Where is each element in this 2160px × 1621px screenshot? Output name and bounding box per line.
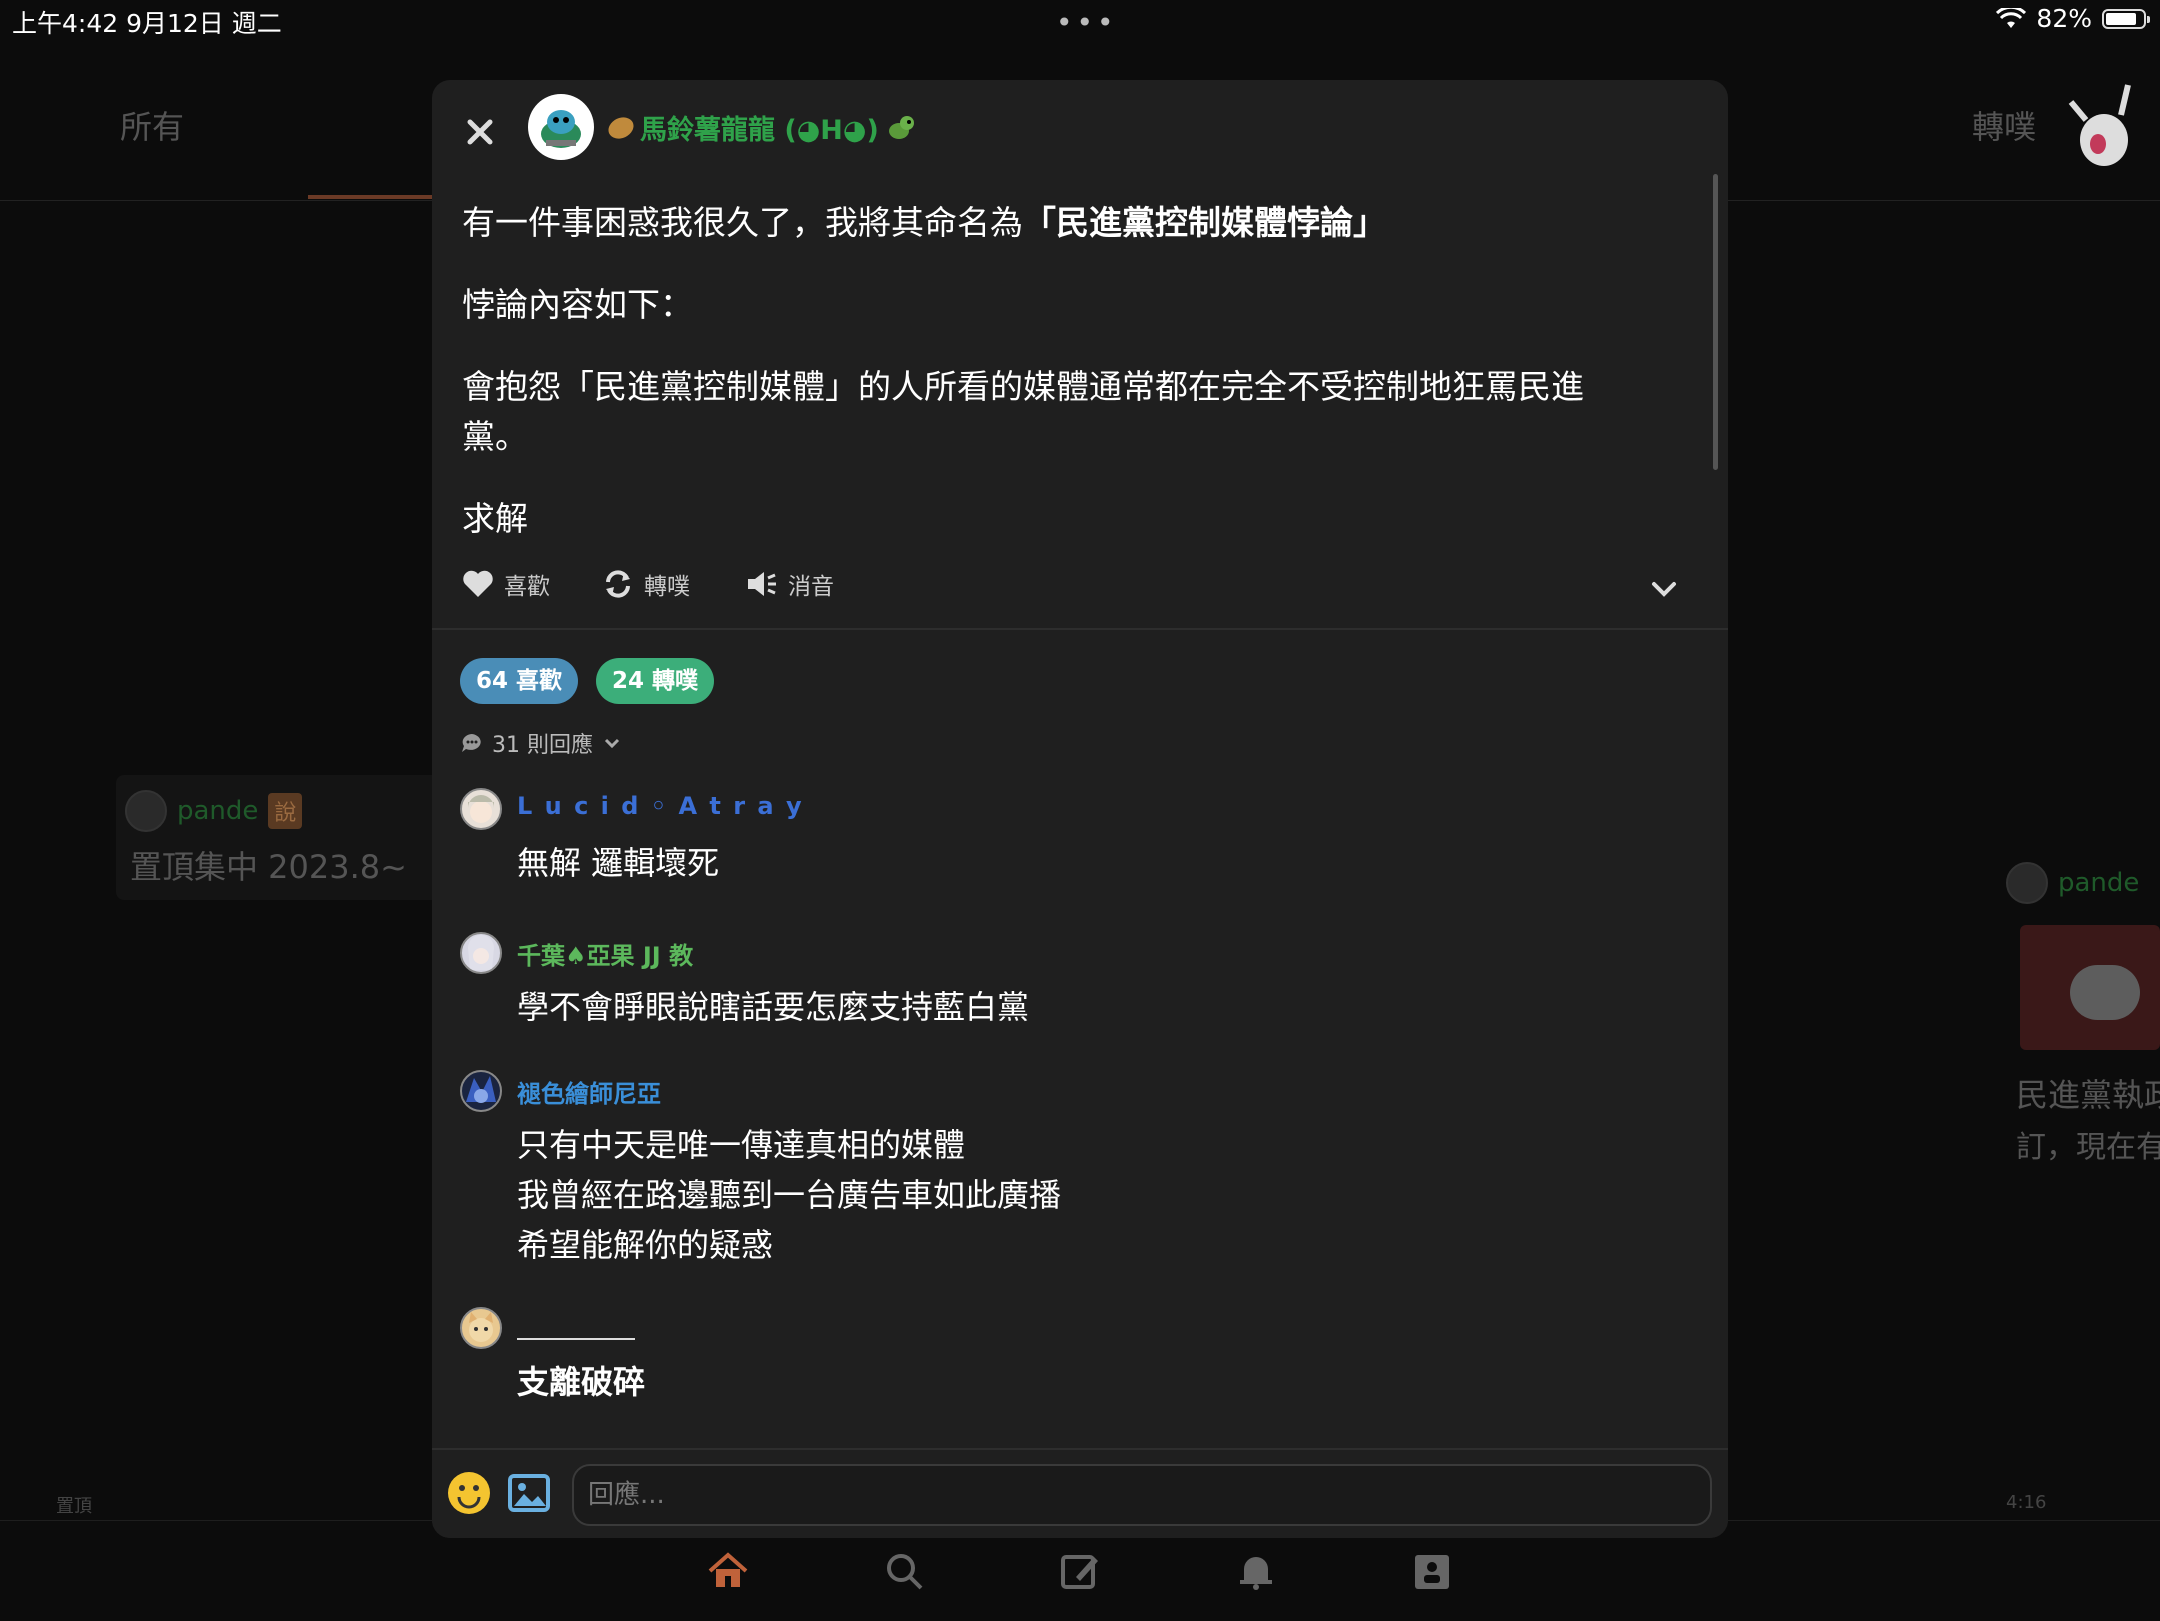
like-label: 喜歡 <box>504 574 550 600</box>
commenter-name[interactable]: 千葉♠亞果 JJ 教 <box>517 936 693 971</box>
mute-button[interactable]: 消音 <box>746 567 834 601</box>
status-time: 上午4:42 9月12日 週二 <box>12 9 282 38</box>
emoji-icon[interactable] <box>448 1472 490 1514</box>
compose-icon[interactable] <box>1058 1549 1102 1593</box>
right-card-text: 民進黨執政 <box>2016 1076 2160 1114</box>
reply-count-label: 31 則回應 <box>492 733 593 758</box>
battery-fill <box>2106 12 2136 25</box>
comment-text: 支離破碎 <box>517 1363 646 1401</box>
scrollbar[interactable] <box>1713 174 1718 470</box>
comment-text: 學不會睜眼說瞎話要怎麼支持藍白黨 <box>517 988 1030 1026</box>
comment-text: 無解 邏輯壞死 <box>517 844 720 882</box>
post-text: 有一件事困惑我很久了，我將其命名為 <box>462 203 1023 242</box>
replurk-button[interactable]: 轉噗 <box>602 567 690 601</box>
multitask-dots[interactable]: ••• <box>1056 6 1118 39</box>
wifi-icon <box>1996 7 2027 28</box>
comment-text: 只有中天是唯一傳達真相的媒體 我曾經在路邊聽到一台廣告車如此廣播 希望能解你的疑… <box>517 1126 1062 1264</box>
close-icon[interactable] <box>458 110 502 154</box>
battery-icon <box>2102 8 2150 29</box>
post-paragraph: 求解 <box>462 499 528 538</box>
commenter-avatar[interactable] <box>460 1070 502 1112</box>
commenter-avatar[interactable] <box>460 932 502 974</box>
battery-cap <box>2147 15 2150 23</box>
pinned-card-user: pande 說 <box>125 790 303 832</box>
right-card-image[interactable] <box>2020 925 2160 1050</box>
post-time-label: 4:16 <box>2006 1492 2047 1513</box>
replurks-count-badge[interactable]: 24 轉噗 <box>596 658 715 704</box>
speech-bubble-icon <box>462 734 481 752</box>
tab-replurk[interactable]: 轉噗 <box>1972 102 2036 148</box>
commenter-avatar[interactable] <box>460 1307 502 1349</box>
battery-percent: 82% <box>2036 4 2092 33</box>
poster-name-text: 馬鈴薯龍龍 (◕H◕) <box>640 115 879 146</box>
post-paragraph: 悖論內容如下： <box>462 285 693 324</box>
modal-header: 馬鈴薯龍龍 (◕H◕) <box>432 80 1728 180</box>
home-icon[interactable] <box>706 1549 750 1593</box>
dragon-emoji-icon <box>888 115 914 139</box>
post-actions: 喜歡 轉噗 消音 <box>462 567 1698 617</box>
poster-avatar[interactable] <box>528 94 594 160</box>
reply-count-toggle[interactable]: 31 則回應 <box>460 727 623 759</box>
bell-icon[interactable] <box>1234 1549 1278 1593</box>
heart-icon <box>463 570 493 597</box>
tab-all[interactable]: 所有 <box>120 102 184 148</box>
chevron-down-icon[interactable] <box>1648 573 1680 605</box>
search-icon[interactable] <box>882 1549 926 1593</box>
avatar <box>2006 862 2048 904</box>
likes-count-badge[interactable]: 64 喜歡 <box>460 658 579 704</box>
reply-input[interactable] <box>572 1464 1712 1526</box>
right-card-username: pande <box>2058 868 2140 898</box>
pinned-label: 置頂 <box>56 1496 92 1517</box>
mute-icon <box>748 572 776 596</box>
image-icon[interactable] <box>508 1474 550 1512</box>
like-button[interactable]: 喜歡 <box>462 567 550 601</box>
commenter-name[interactable]: 褪色繪師尼亞 <box>517 1074 661 1109</box>
post-bold-title: 「民進黨控制媒體悖論」 <box>1023 203 1386 242</box>
mute-label: 消音 <box>788 574 834 600</box>
post-content: 有一件事困惑我很久了，我將其命名為「民進黨控制媒體悖論」 悖論內容如下： 會抱怨… <box>462 198 1652 544</box>
reply-input-bar <box>432 1448 1728 1538</box>
status-bar: 上午4:42 9月12日 週二 ••• 82% <box>0 0 2160 40</box>
active-tab-indicator <box>308 195 433 199</box>
poster-name[interactable]: 馬鈴薯龍龍 (◕H◕) <box>604 108 917 147</box>
post-paragraph: 有一件事困惑我很久了，我將其命名為「民進黨控制媒體悖論」 <box>462 198 1652 248</box>
plurk-detail-modal: 馬鈴薯龍龍 (◕H◕) 有一件事困惑我很久了，我將其命名為「民進黨控制媒體悖論」… <box>432 80 1728 1538</box>
commenter-name-underline[interactable] <box>517 1311 637 1347</box>
replurk-label: 轉噗 <box>644 574 690 600</box>
chevron-down-icon <box>604 738 620 749</box>
pinned-card-username: pande <box>177 796 259 826</box>
commenter-name[interactable]: L u c i d ◦ A t r a y <box>517 792 804 820</box>
profile-icon[interactable] <box>1410 1549 1454 1593</box>
pinned-card-badge: 說 <box>268 793 303 829</box>
post-paragraph: 會抱怨「民進黨控制媒體」的人所看的媒體通常都在完全不受控制地狂罵民進黨。 <box>462 367 1584 456</box>
potato-emoji-icon <box>604 112 638 143</box>
status-indicators: 82% <box>1996 4 2150 33</box>
replurk-icon <box>606 570 630 598</box>
right-card-text: 訂，現在有 <box>2016 1130 2160 1165</box>
avatar <box>125 790 167 832</box>
right-card-user: pande <box>2006 862 2139 904</box>
pinned-card-text: 置頂集中 2023.8~ <box>130 848 407 886</box>
commenter-avatar[interactable] <box>460 788 502 830</box>
divider <box>432 628 1728 630</box>
